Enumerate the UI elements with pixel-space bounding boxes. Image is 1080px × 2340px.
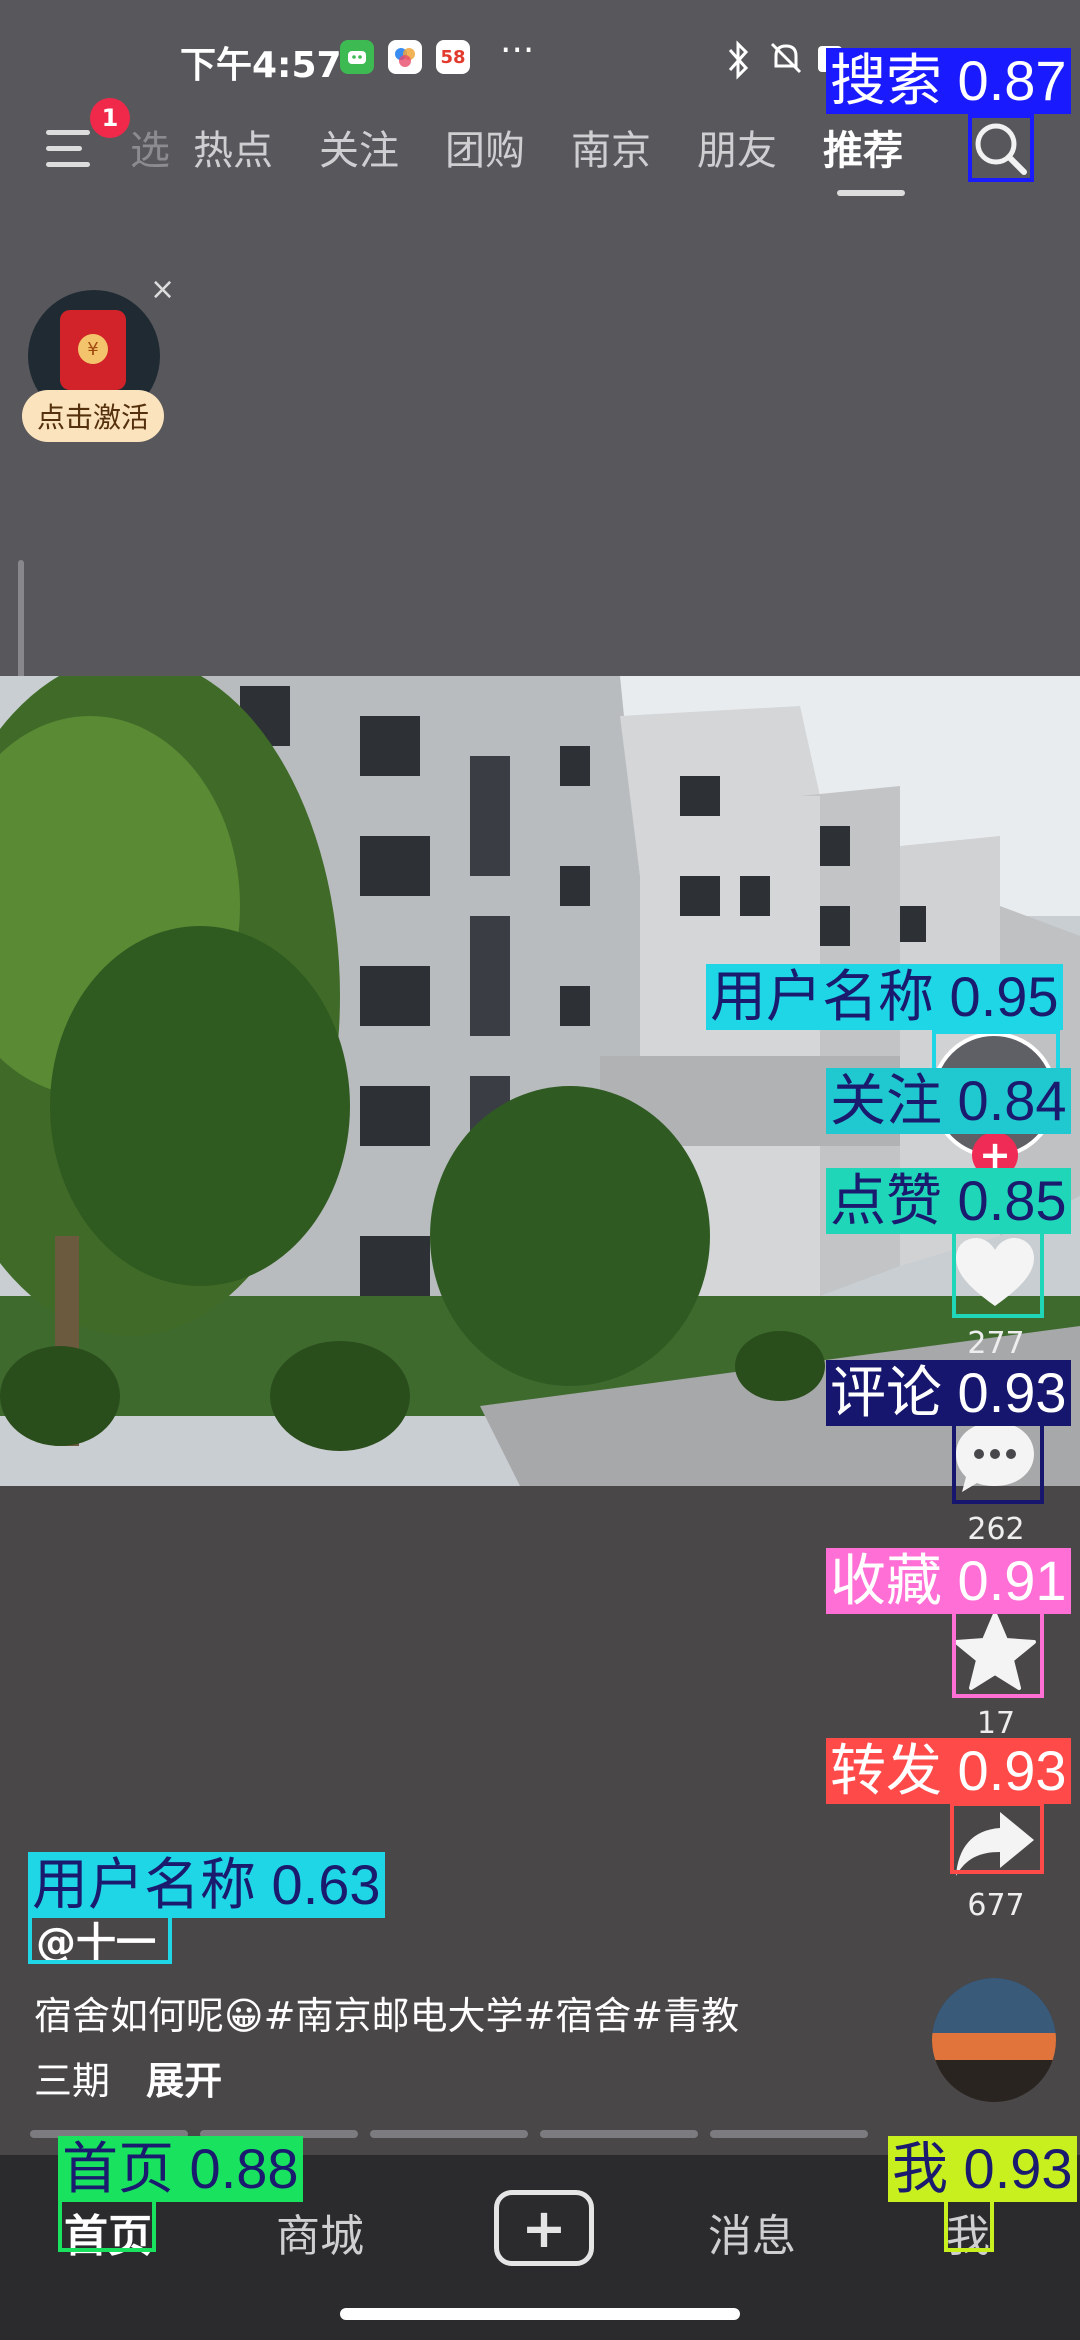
like-count: 277 xyxy=(967,1326,1025,1361)
progress-segment xyxy=(540,2130,698,2138)
caption-line-2-text: 三期 xyxy=(34,2059,111,2103)
det-box-comment xyxy=(952,1414,1044,1504)
det-label-share: 转发 0.93 xyxy=(826,1738,1071,1804)
det-label-like: 点赞 0.85 xyxy=(826,1168,1071,1234)
tab-recommend[interactable]: 推荐 xyxy=(800,118,926,178)
det-box-author xyxy=(28,1910,172,1964)
app-58-icon: 58 xyxy=(436,40,470,74)
caption-line-2: 三期 展开 xyxy=(34,2050,222,2105)
activate-label[interactable]: 点击激活 xyxy=(22,390,164,442)
menu-button[interactable] xyxy=(40,120,100,180)
bluetooth-icon xyxy=(728,40,749,80)
status-time: 下午4:57 xyxy=(180,45,342,86)
det-box-search xyxy=(968,114,1034,182)
det-box-me xyxy=(944,2196,994,2252)
det-box-share xyxy=(950,1802,1044,1874)
tab-friends[interactable]: 朋友 xyxy=(674,118,800,178)
det-label-home: 首页 0.88 xyxy=(58,2136,303,2202)
app-green-icon xyxy=(340,40,374,74)
home-indicator xyxy=(340,2308,740,2320)
det-box-home xyxy=(58,2196,156,2252)
det-label-search: 搜索 0.87 xyxy=(826,48,1071,114)
det-label-follow: 关注 0.84 xyxy=(826,1068,1071,1134)
create-button[interactable]: + xyxy=(494,2190,594,2266)
app-58-text: 58 xyxy=(440,46,466,68)
det-label-favorite: 收藏 0.91 xyxy=(826,1548,1071,1614)
app-clover-icon xyxy=(388,40,422,74)
nav-mall[interactable]: 商城 xyxy=(276,2200,364,2264)
notification-badge: 1 xyxy=(90,98,130,138)
top-tabs: 选 热点 关注 团购 南京 朋友 推荐 xyxy=(130,118,926,178)
tab-nanjing[interactable]: 南京 xyxy=(548,118,674,178)
tab-partial[interactable]: 选 xyxy=(130,118,170,178)
favorite-count: 17 xyxy=(976,1706,1016,1741)
coin-icon: ¥ xyxy=(78,334,108,364)
det-label-username: 用户名称 0.95 xyxy=(706,964,1063,1030)
expand-button[interactable]: 展开 xyxy=(146,2059,222,2103)
det-box-like xyxy=(952,1228,1044,1318)
share-count: 677 xyxy=(967,1888,1025,1923)
det-label-me: 我 0.93 xyxy=(888,2136,1077,2202)
progress-segment xyxy=(710,2130,868,2138)
det-label-author: 用户名称 0.63 xyxy=(28,1852,385,1918)
tab-group-buy[interactable]: 团购 xyxy=(422,118,548,178)
nav-messages[interactable]: 消息 xyxy=(708,2200,796,2264)
progress-segment xyxy=(370,2130,528,2138)
scroll-indicator xyxy=(18,560,24,680)
music-disc[interactable] xyxy=(932,1978,1056,2102)
caption-line-1: 宿舍如何呢😀#南京邮电大学#宿舍#青教 xyxy=(34,1994,740,2038)
tab-hot[interactable]: 热点 xyxy=(170,118,296,178)
widget-close-icon[interactable]: × xyxy=(150,272,175,307)
status-more: ··· xyxy=(500,30,535,71)
tab-following[interactable]: 关注 xyxy=(296,118,422,178)
mute-bell-icon xyxy=(770,42,802,74)
det-label-comment: 评论 0.93 xyxy=(826,1360,1071,1426)
comment-count: 262 xyxy=(967,1512,1025,1547)
det-box-favorite xyxy=(952,1610,1044,1698)
active-tab-indicator xyxy=(837,190,905,196)
